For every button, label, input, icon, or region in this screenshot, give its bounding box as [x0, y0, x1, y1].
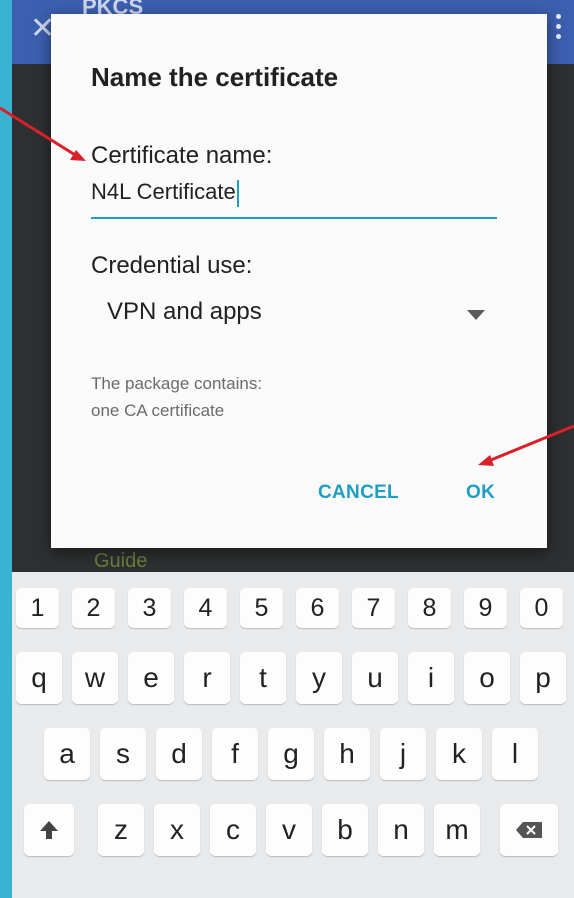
annotation-arrow-left [0, 106, 81, 160]
annotation-arrows [0, 106, 574, 466]
annotation-arrowhead-right [478, 455, 494, 466]
annotation-arrow-right [485, 424, 574, 464]
